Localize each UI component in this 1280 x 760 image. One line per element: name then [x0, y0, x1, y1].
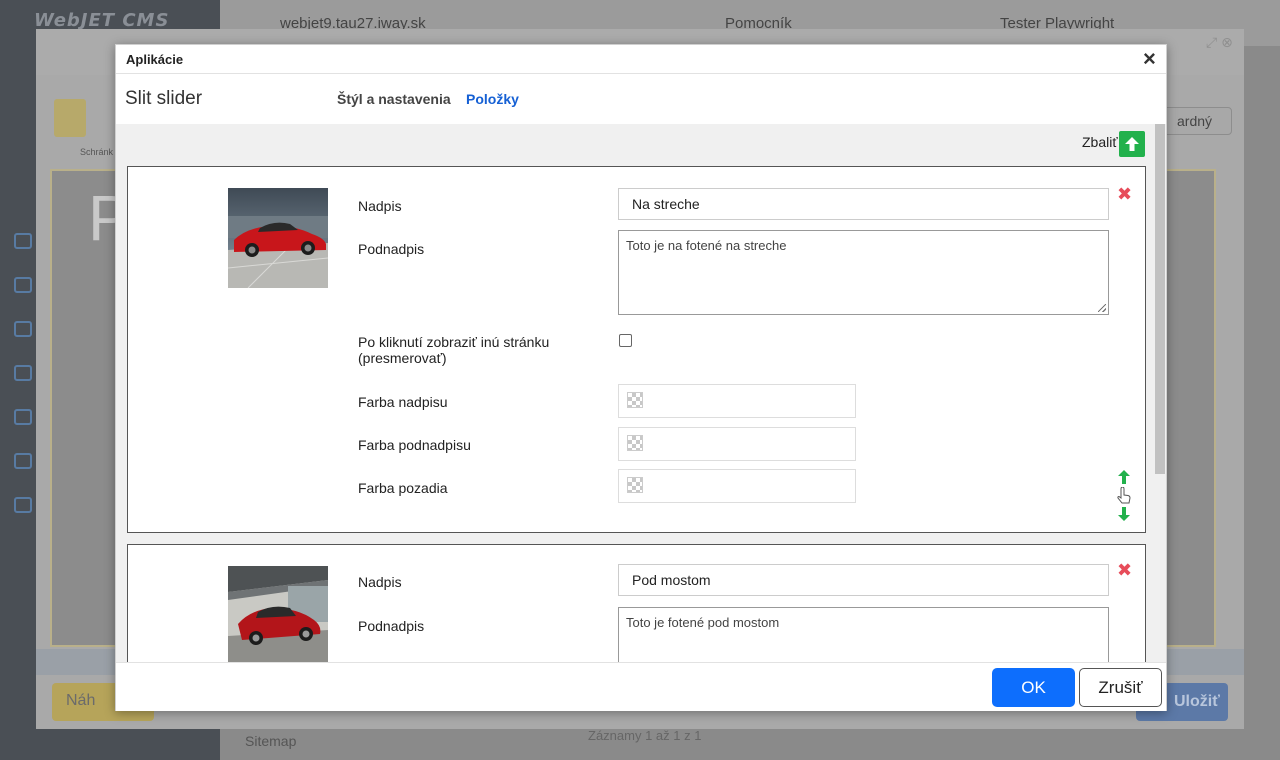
- drag-handle-icon[interactable]: [1116, 486, 1132, 508]
- tab-items[interactable]: Položky: [466, 91, 519, 107]
- slide-item: Nadpis Na streche ✖ Podnadpis Toto je na…: [127, 166, 1146, 533]
- redirect-checkbox[interactable]: [619, 334, 632, 347]
- collapse-label[interactable]: Zbaliť: [1082, 134, 1118, 150]
- subtitle-textarea[interactable]: Toto je na fotené na streche: [618, 230, 1109, 315]
- copy-icon: [14, 277, 32, 293]
- subtitle-text: Toto je fotené pod mostom: [626, 615, 780, 630]
- subtitle-label: Podnadpis: [358, 241, 425, 257]
- window-controls[interactable]: ⤢ ⊗: [1206, 34, 1233, 51]
- external-link-icon: [14, 365, 32, 381]
- title-input[interactable]: Pod mostom: [618, 564, 1109, 596]
- hash-icon: [14, 453, 32, 469]
- subtitle-textarea[interactable]: Toto je fotené pod mostom: [618, 607, 1109, 662]
- color-swatch-icon: [627, 477, 643, 493]
- modal-footer: OK Zrušiť: [116, 662, 1166, 711]
- scrollbar-thumb[interactable]: [1155, 124, 1165, 474]
- move-up-icon[interactable]: [1118, 470, 1130, 487]
- sitemap-tree-item[interactable]: Sitemap: [245, 733, 296, 749]
- clipboard-icon[interactable]: [54, 99, 86, 137]
- document-icon: [14, 321, 32, 337]
- format-select[interactable]: ardný: [1162, 107, 1232, 135]
- color-swatch-icon: [627, 392, 643, 408]
- bg-color-label: Farba pozadia: [358, 480, 448, 496]
- ok-button[interactable]: OK: [992, 668, 1075, 707]
- modal-title: Aplikácie: [126, 52, 184, 67]
- subtitle-text: Toto je na fotené na streche: [626, 238, 787, 253]
- slide-image[interactable]: [228, 188, 328, 288]
- delete-icon[interactable]: ✖: [1117, 561, 1132, 579]
- arrow-up-icon: [1125, 137, 1139, 151]
- cancel-button[interactable]: Zrušiť: [1079, 668, 1162, 707]
- subtitle-color-label: Farba podnadpisu: [358, 437, 471, 453]
- clipboard-label: Schránk: [80, 147, 114, 157]
- title-color-label: Farba nadpisu: [358, 394, 448, 410]
- subtitle-label: Podnadpis: [358, 618, 425, 634]
- slide-image[interactable]: [228, 566, 328, 662]
- close-icon[interactable]: ×: [1143, 48, 1156, 70]
- layers-icon: [14, 409, 32, 425]
- bg-color-input[interactable]: [618, 469, 856, 503]
- move-down-icon[interactable]: [1118, 507, 1130, 524]
- resize-grip-icon[interactable]: [1098, 304, 1106, 312]
- webjet-logo: WebJET CMS: [34, 10, 170, 31]
- collapse-button[interactable]: [1119, 131, 1145, 157]
- database-icon: [14, 497, 32, 513]
- redirect-label: Po kliknutí zobraziť inú stránku (presme…: [358, 334, 550, 366]
- modal-header: Aplikácie ×: [116, 45, 1166, 74]
- delete-icon[interactable]: ✖: [1117, 185, 1132, 203]
- tab-style-settings[interactable]: Štýl a nastavenia: [337, 91, 451, 107]
- items-panel: Zbaliť Nadpis Na streche ✖ Podnadpis Tot…: [116, 124, 1166, 662]
- car-on-roof-image: [228, 188, 328, 288]
- subtitle-color-input[interactable]: [618, 427, 856, 461]
- app-name: Slit slider: [125, 88, 203, 109]
- apps-modal: Aplikácie × Slit slider Štýl a nastaveni…: [115, 44, 1167, 711]
- pages-icon: [14, 233, 32, 249]
- car-under-bridge-image: [228, 566, 328, 662]
- title-label: Nadpis: [358, 574, 402, 590]
- color-swatch-icon: [627, 435, 643, 451]
- slide-item: Nadpis Pod mostom ✖ Podnadpis Toto je fo…: [127, 544, 1146, 662]
- title-input[interactable]: Na streche: [618, 188, 1109, 220]
- title-color-input[interactable]: [618, 384, 856, 418]
- records-info: Záznamy 1 až 1 z 1: [588, 728, 702, 743]
- title-label: Nadpis: [358, 198, 402, 214]
